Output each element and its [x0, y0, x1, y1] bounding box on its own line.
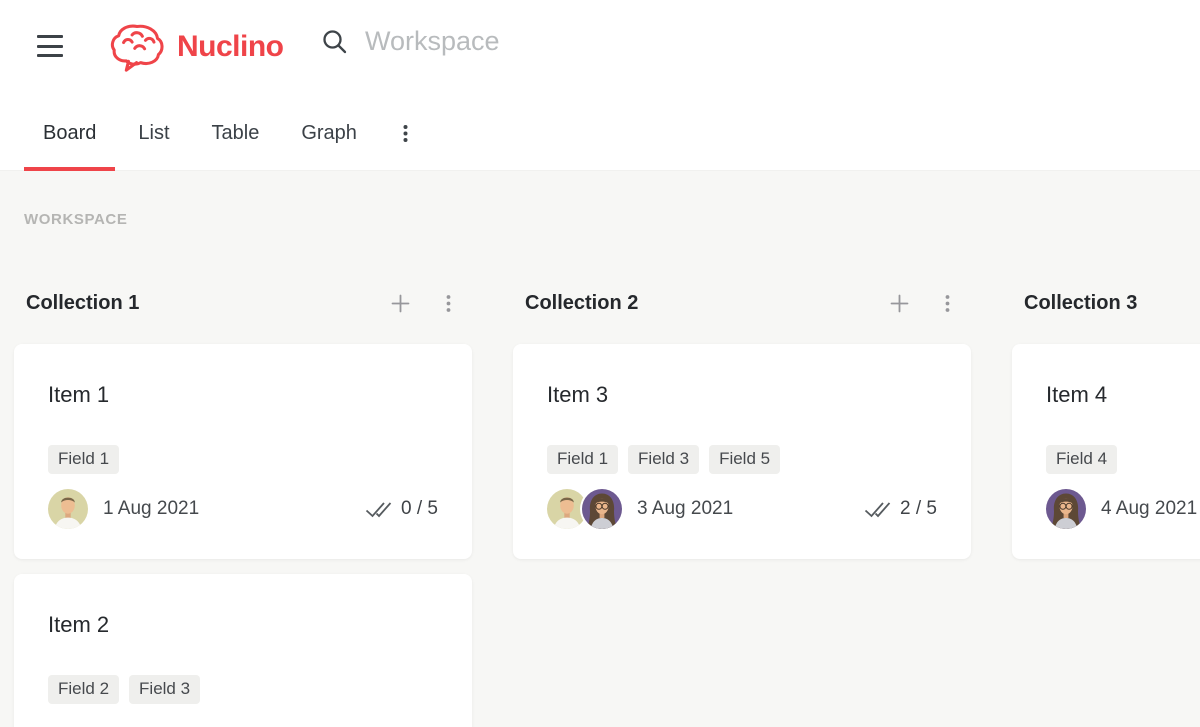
collection-title[interactable]: Collection 2: [525, 292, 887, 315]
tab-board[interactable]: Board: [43, 97, 96, 170]
item-card[interactable]: Item 2 Field 2 Field 3: [14, 574, 472, 727]
column-header: Collection 2: [513, 291, 971, 315]
board-column: Collection 2 Item 3 Field 1 Field 3 Field 5 3…: [513, 291, 971, 727]
item-card[interactable]: Item 1 Field 1 1 Aug 2021 0 / 5: [14, 344, 472, 559]
column-menu-button[interactable]: [436, 291, 460, 315]
field-tag: Field 1: [48, 445, 119, 474]
field-tag: Field 2: [48, 675, 119, 704]
nuclino-logo[interactable]: Nuclino: [108, 22, 284, 72]
add-item-button[interactable]: [388, 291, 412, 315]
view-tabs: Board List Table Graph: [0, 97, 1200, 171]
due-date: 1 Aug 2021: [103, 498, 199, 520]
field-tag: Field 4: [1046, 445, 1117, 474]
double-check-icon: [864, 501, 891, 518]
task-progress: 0 / 5: [365, 498, 438, 520]
collection-title[interactable]: Collection 1: [26, 292, 388, 315]
column-menu-button[interactable]: [935, 291, 959, 315]
assignee-avatars: [48, 489, 88, 529]
tag-list: Field 2 Field 3: [48, 675, 438, 704]
tabs-overflow-button[interactable]: [399, 120, 412, 147]
field-tag: Field 3: [628, 445, 699, 474]
card-meta: 3 Aug 2021 2 / 5: [547, 489, 937, 529]
item-card[interactable]: Item 4 Field 4 4 Aug 2021: [1012, 344, 1200, 559]
assignee-avatars: [1046, 489, 1086, 529]
vertical-dots-icon: [446, 294, 451, 313]
search-input[interactable]: [365, 26, 695, 57]
collection-title[interactable]: Collection 3: [1024, 292, 1200, 315]
task-count: 2 / 5: [900, 498, 937, 520]
tab-list[interactable]: List: [138, 97, 169, 170]
item-title: Item 3: [547, 382, 937, 408]
tab-table[interactable]: Table: [212, 97, 260, 170]
field-tag: Field 5: [709, 445, 780, 474]
double-check-icon: [365, 501, 392, 518]
menu-icon[interactable]: [37, 35, 64, 57]
card-meta-left: 3 Aug 2021: [547, 489, 733, 529]
tag-list: Field 1: [48, 445, 438, 474]
avatar: [582, 489, 622, 529]
board-column: Collection 3 Item 4 Field 4 4 Aug 2021: [1012, 291, 1200, 727]
vertical-dots-icon: [945, 294, 950, 313]
add-item-button[interactable]: [887, 291, 911, 315]
avatar: [1046, 489, 1086, 529]
field-tag: Field 3: [129, 675, 200, 704]
assignee-avatars: [547, 489, 622, 529]
item-title: Item 4: [1046, 382, 1200, 408]
plus-icon: [391, 294, 410, 313]
task-progress: 2 / 5: [864, 498, 937, 520]
avatar: [48, 489, 88, 529]
logo-text: Nuclino: [177, 30, 284, 64]
card-meta: 4 Aug 2021: [1046, 489, 1200, 529]
workspace-search: [322, 26, 695, 57]
vertical-dots-icon: [403, 124, 408, 143]
card-meta-left: 1 Aug 2021: [48, 489, 199, 529]
topbar: Nuclino: [0, 0, 1200, 97]
card-meta: 1 Aug 2021 0 / 5: [48, 489, 438, 529]
avatar: [547, 489, 587, 529]
tab-graph[interactable]: Graph: [301, 97, 357, 170]
due-date: 4 Aug 2021: [1101, 498, 1197, 520]
column-header: Collection 3: [1012, 291, 1200, 315]
workspace-section-label: WORKSPACE: [24, 211, 1200, 228]
plus-icon: [890, 294, 909, 313]
field-tag: Field 1: [547, 445, 618, 474]
board: Collection 1 Item 1 Field 1 1 Aug 2021 0 / 5…: [14, 291, 1200, 727]
board-column: Collection 1 Item 1 Field 1 1 Aug 2021 0 / 5…: [14, 291, 472, 727]
tag-list: Field 4: [1046, 445, 1200, 474]
item-card[interactable]: Item 3 Field 1 Field 3 Field 5 3 Aug 2021 2 /…: [513, 344, 971, 559]
item-title: Item 1: [48, 382, 438, 408]
task-count: 0 / 5: [401, 498, 438, 520]
card-meta-left: 4 Aug 2021: [1046, 489, 1197, 529]
brain-logo-icon: [108, 22, 166, 72]
board-area: WORKSPACE Collection 1 Item 1 Field 1 1 Aug…: [0, 171, 1200, 727]
column-header: Collection 1: [14, 291, 472, 315]
app-window: Nuclino Board List Table Graph WORKSPACE…: [0, 0, 1200, 727]
due-date: 3 Aug 2021: [637, 498, 733, 520]
tag-list: Field 1 Field 3 Field 5: [547, 445, 937, 474]
item-title: Item 2: [48, 612, 438, 638]
search-icon: [322, 29, 347, 54]
